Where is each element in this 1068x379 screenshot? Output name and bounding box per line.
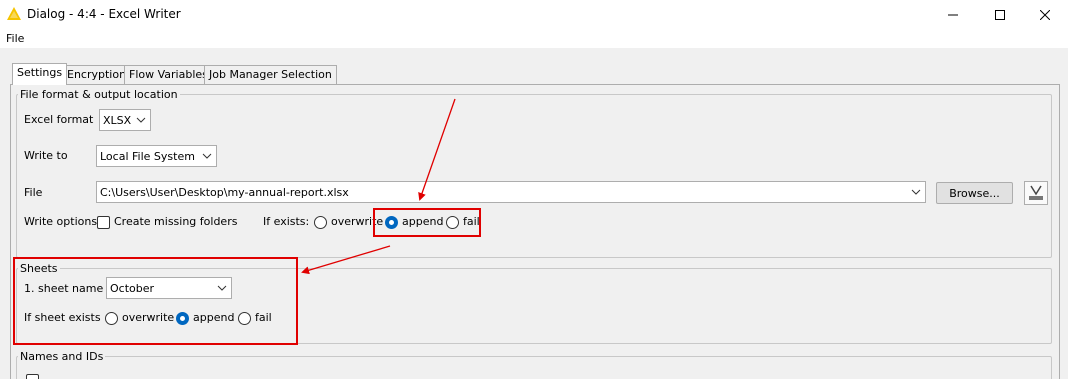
arrow-to-append bbox=[418, 98, 456, 201]
arrow-to-sheets bbox=[301, 245, 391, 275]
tab-settings[interactable]: Settings bbox=[12, 63, 68, 85]
annotation-arrows bbox=[301, 98, 456, 275]
